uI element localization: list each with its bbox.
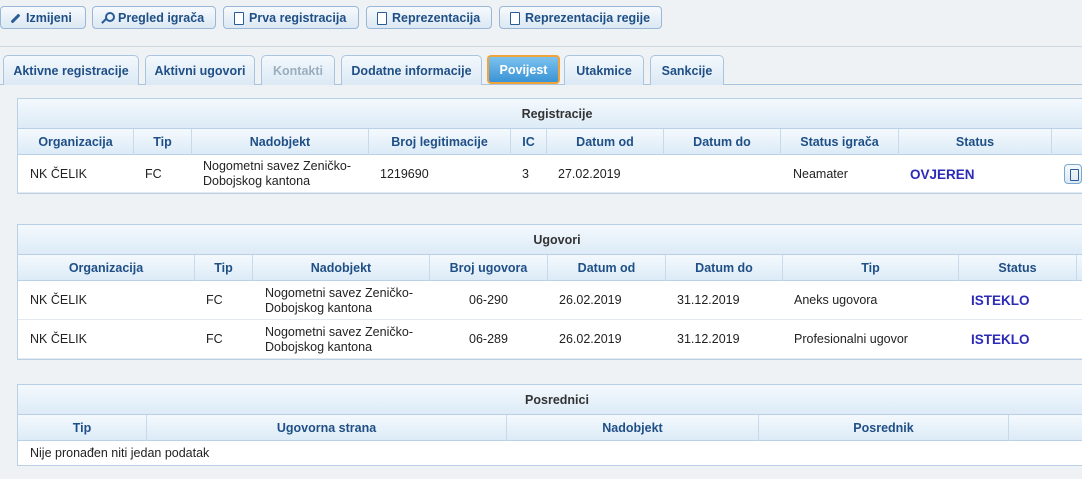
- parent-cell: Nogometni savez Zeničko-Dobojskog kanton…: [203, 159, 351, 188]
- column-header[interactable]: Datum do: [664, 129, 781, 155]
- tab-matches[interactable]: Utakmice: [564, 55, 644, 85]
- org-cell: NK ČELIK: [30, 332, 87, 346]
- first-registration-button-label: Prva registracija: [249, 10, 347, 25]
- document-icon: [375, 11, 387, 25]
- column-header[interactable]: Datum od: [548, 255, 666, 281]
- regional-team-button-label: Reprezentacija regije: [525, 10, 651, 25]
- document-icon: [232, 11, 244, 25]
- contracts-panel: Ugovori Organizacija Tip Nadobjekt Broj …: [17, 224, 1082, 360]
- contract-type-cell: Aneks ugovora: [794, 293, 878, 307]
- document-icon: [508, 11, 520, 25]
- status-badge: OVJEREN: [910, 166, 975, 182]
- registrations-panel: Registracije Organizacija Tip Nadobjekt …: [17, 98, 1082, 194]
- tab-contacts: Kontakti: [261, 55, 335, 85]
- table-row[interactable]: NK ČELIK FC Nogometni savez Zeničko-Dobo…: [18, 155, 1082, 193]
- history-content: Registracije Organizacija Tip Nadobjekt …: [0, 86, 1082, 479]
- agents-title: Posrednici: [18, 385, 1082, 415]
- column-header[interactable]: Nadobjekt: [253, 255, 430, 281]
- pencil-icon: [9, 12, 21, 24]
- contract-type-cell: Profesionalni ugovor: [794, 332, 908, 346]
- column-header[interactable]: Organizacija: [18, 129, 134, 155]
- agents-panel: Posrednici Tip Ugovorna strana Nadobjekt…: [17, 384, 1082, 466]
- contracts-title: Ugovori: [18, 225, 1082, 255]
- contract-number-cell: 06-289: [469, 332, 508, 346]
- column-header[interactable]: Nadobjekt: [507, 415, 759, 441]
- status-badge: ISTEKLO: [971, 293, 1030, 308]
- column-header[interactable]: Broj ugovora: [430, 255, 548, 281]
- registrations-header: Organizacija Tip Nadobjekt Broj legitima…: [18, 129, 1082, 155]
- national-team-button-label: Reprezentacija: [392, 10, 481, 25]
- column-header[interactable]: Datum do: [666, 255, 783, 281]
- date-from-cell: 26.02.2019: [559, 332, 622, 346]
- ic-cell: 3: [522, 166, 529, 181]
- date-to-cell: 31.12.2019: [677, 293, 740, 307]
- player-status-cell: Neamater: [793, 166, 848, 181]
- edit-button[interactable]: Izmijeni: [0, 6, 86, 29]
- date-to-cell: 31.12.2019: [677, 332, 740, 346]
- column-header[interactable]: Tip: [134, 129, 192, 155]
- column-header[interactable]: Organizacija: [18, 255, 195, 281]
- column-header[interactable]: Status igrača: [781, 129, 899, 155]
- license-number-cell: 1219690: [380, 166, 429, 181]
- search-icon: [101, 11, 115, 24]
- column-header[interactable]: Status: [959, 255, 1077, 281]
- column-header[interactable]: Tip: [195, 255, 253, 281]
- column-header[interactable]: Ugovorna strana: [147, 415, 507, 441]
- tab-additional-info[interactable]: Dodatne informacije: [341, 55, 482, 85]
- column-header[interactable]: Broj legitimacije: [369, 129, 511, 155]
- registrations-title: Registracije: [18, 99, 1082, 129]
- contracts-header: Organizacija Tip Nadobjekt Broj ugovora …: [18, 255, 1082, 281]
- type-cell: FC: [206, 332, 223, 346]
- column-header[interactable]: Tip: [783, 255, 959, 281]
- table-row[interactable]: NK ČELIK FC Nogometni savez Zeničko-Dobo…: [18, 281, 1082, 320]
- tab-history[interactable]: Povijest: [487, 55, 560, 84]
- column-header[interactable]: Tip: [18, 415, 147, 441]
- org-cell: NK ČELIK: [30, 166, 87, 181]
- parent-cell: Nogometni savez Zeničko-Dobojskog kanton…: [265, 285, 413, 315]
- national-team-button[interactable]: Reprezentacija: [366, 6, 492, 29]
- column-header[interactable]: Status: [899, 129, 1052, 155]
- tab-active-contracts[interactable]: Aktivni ugovori: [145, 55, 255, 85]
- tab-sanctions[interactable]: Sankcije: [650, 55, 724, 85]
- table-row[interactable]: NK ČELIK FC Nogometni savez Zeničko-Dobo…: [18, 320, 1082, 359]
- date-from-cell: 27.02.2019: [558, 166, 621, 181]
- column-header[interactable]: IC: [511, 129, 547, 155]
- regional-team-button[interactable]: Reprezentacija regije: [499, 6, 662, 29]
- tab-bar: Aktivne registracije Aktivni ugovori Kon…: [0, 47, 1082, 85]
- column-header[interactable]: Nadobjekt: [192, 129, 369, 155]
- toolbar: Izmijeni Pregled igrača Prva registracij…: [0, 0, 1082, 47]
- parent-cell: Nogometni savez Zeničko-Dobojskog kanton…: [265, 324, 413, 354]
- type-cell: FC: [145, 166, 162, 181]
- first-registration-button[interactable]: Prva registracija: [223, 6, 359, 29]
- clipboard-icon[interactable]: [1064, 164, 1082, 184]
- type-cell: FC: [206, 293, 223, 307]
- contract-number-cell: 06-290: [469, 293, 508, 307]
- empty-message: Nije pronađen niti jedan podatak: [30, 446, 210, 460]
- agents-header: Tip Ugovorna strana Nadobjekt Posrednik: [18, 415, 1082, 441]
- column-header[interactable]: Datum od: [547, 129, 664, 155]
- tab-active-registrations[interactable]: Aktivne registracije: [3, 55, 139, 85]
- player-overview-button-label: Pregled igrača: [118, 10, 205, 25]
- org-cell: NK ČELIK: [30, 293, 87, 307]
- status-badge: ISTEKLO: [971, 332, 1030, 347]
- column-header[interactable]: Posrednik: [759, 415, 1009, 441]
- edit-button-label: Izmijeni: [26, 10, 72, 25]
- player-overview-button[interactable]: Pregled igrača: [92, 6, 216, 29]
- date-from-cell: 26.02.2019: [559, 293, 622, 307]
